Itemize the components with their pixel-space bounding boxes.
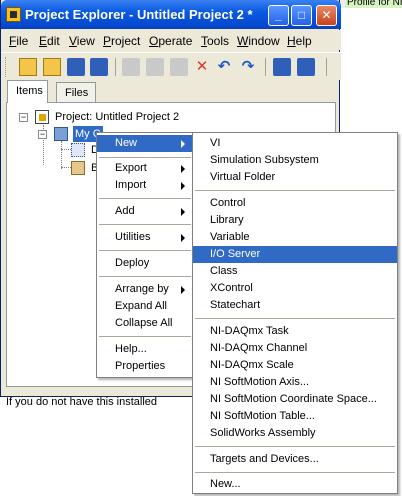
project-icon (35, 110, 49, 124)
submenu-item-daqmx-task[interactable]: NI-DAQmx Task (193, 323, 397, 340)
submenu-arrow-icon (181, 182, 185, 190)
menu-file[interactable]: File (9, 34, 28, 48)
submenu-item-softmotion-axis[interactable]: NI SoftMotion Axis... (193, 374, 397, 391)
tab-files[interactable]: Files (56, 82, 96, 102)
submenu-item-xcontrol[interactable]: XControl (193, 280, 397, 297)
background-body-text: If you do not have this installed (6, 396, 158, 408)
menu-separator (195, 318, 395, 319)
computer-icon (54, 127, 68, 141)
context-menu: New Export Import Add Utilities Deploy A… (96, 132, 194, 378)
menu-item-help[interactable]: Help... (97, 341, 193, 358)
delete-icon[interactable]: ✕ (193, 58, 211, 76)
menu-separator (99, 276, 191, 277)
menu-project[interactable]: Project (103, 34, 140, 48)
menu-separator (99, 250, 191, 251)
menu-edit[interactable]: Edit (39, 34, 60, 48)
menu-item-new[interactable]: New (97, 135, 193, 152)
toolbar-separator (265, 58, 266, 76)
menu-separator (99, 157, 191, 158)
tab-items[interactable]: Items (7, 80, 48, 103)
menu-item-add[interactable]: Add (97, 203, 193, 220)
screen: Profile for NI If you do not have this i… (0, 0, 402, 496)
menu-separator (195, 472, 395, 473)
paste-icon[interactable] (170, 58, 188, 76)
collapse-toggle[interactable]: − (38, 130, 47, 139)
properties-icon[interactable] (297, 58, 315, 76)
new-icon[interactable] (19, 58, 37, 76)
submenu-item-io-server[interactable]: I/O Server (193, 246, 397, 263)
background-top-text: Profile for NI (345, 0, 402, 8)
submenu-item-daqmx-scale[interactable]: NI-DAQmx Scale (193, 357, 397, 374)
toolbar-separator (115, 58, 116, 76)
save-icon[interactable] (67, 58, 85, 76)
menu-item-utilities[interactable]: Utilities (97, 229, 193, 246)
menu-separator (99, 198, 191, 199)
submenu-arrow-icon (181, 140, 185, 148)
tree-connector (61, 141, 62, 169)
submenu-arrow-icon (181, 234, 185, 242)
menu-item-expand-all[interactable]: Expand All (97, 298, 193, 315)
toolbar-grip[interactable] (5, 57, 8, 77)
submenu-item-softmotion-coordinate-space[interactable]: NI SoftMotion Coordinate Space... (193, 391, 397, 408)
menu-item-properties[interactable]: Properties (97, 358, 193, 375)
collapse-toggle[interactable]: − (19, 113, 28, 122)
menu-window[interactable]: Window (237, 34, 280, 48)
maximize-button[interactable]: □ (291, 5, 312, 26)
copy-icon[interactable] (146, 58, 164, 76)
labview-project-icon (6, 7, 21, 22)
build-specifications-icon (71, 161, 85, 175)
menu-item-export[interactable]: Export (97, 160, 193, 177)
submenu-item-statechart[interactable]: Statechart (193, 297, 397, 314)
submenu-item-solidworks-assembly[interactable]: SolidWorks Assembly (193, 425, 397, 442)
submenu-arrow-icon (181, 286, 185, 294)
minimize-button[interactable]: _ (268, 5, 289, 26)
dependencies-icon (71, 143, 85, 157)
menu-tools[interactable]: Tools (201, 34, 229, 48)
submenu-arrow-icon (181, 208, 185, 216)
redo-icon[interactable]: ↷ (239, 58, 257, 76)
toolbar-separator (326, 58, 327, 76)
submenu-item-targets-and-devices[interactable]: Targets and Devices... (193, 451, 397, 468)
submenu-item-new-dialog[interactable]: New... (193, 476, 397, 493)
submenu-arrow-icon (181, 165, 185, 173)
menu-help[interactable]: Help (287, 34, 312, 48)
submenu-item-daqmx-channel[interactable]: NI-DAQmx Channel (193, 340, 397, 357)
submenu-item-class[interactable]: Class (193, 263, 397, 280)
open-icon[interactable] (43, 58, 61, 76)
submenu-item-variable[interactable]: Variable (193, 229, 397, 246)
menu-bar: File Edit View Project Operate Tools Win… (1, 30, 341, 50)
submenu-item-vi[interactable]: VI (193, 135, 397, 152)
build-icon[interactable] (273, 58, 291, 76)
close-button[interactable]: ✕ (316, 5, 337, 26)
save-all-icon[interactable] (90, 58, 108, 76)
tree-item-project[interactable]: Project: Untitled Project 2 (55, 109, 179, 125)
menu-item-import[interactable]: Import (97, 177, 193, 194)
menu-item-collapse-all[interactable]: Collapse All (97, 315, 193, 332)
menu-item-arrange-by[interactable]: Arrange by (97, 281, 193, 298)
cut-icon[interactable] (122, 58, 140, 76)
new-submenu: VI Simulation Subsystem Virtual Folder C… (192, 132, 398, 494)
menu-separator (99, 336, 191, 337)
menu-separator (195, 190, 395, 191)
submenu-item-softmotion-table[interactable]: NI SoftMotion Table... (193, 408, 397, 425)
undo-icon[interactable]: ↶ (215, 58, 233, 76)
menu-operate[interactable]: Operate (149, 34, 192, 48)
submenu-item-virtual-folder[interactable]: Virtual Folder (193, 169, 397, 186)
title-bar[interactable]: Project Explorer - Untitled Project 2 * … (1, 0, 341, 29)
submenu-item-library[interactable]: Library (193, 212, 397, 229)
menu-view[interactable]: View (69, 34, 95, 48)
window-title: Project Explorer - Untitled Project 2 * (25, 7, 253, 22)
menu-separator (195, 446, 395, 447)
submenu-item-simulation-subsystem[interactable]: Simulation Subsystem (193, 152, 397, 169)
submenu-item-control[interactable]: Control (193, 195, 397, 212)
toolbar: ✕ ↶ ↷ (1, 52, 341, 80)
menu-item-deploy[interactable]: Deploy (97, 255, 193, 272)
menu-separator (99, 224, 191, 225)
